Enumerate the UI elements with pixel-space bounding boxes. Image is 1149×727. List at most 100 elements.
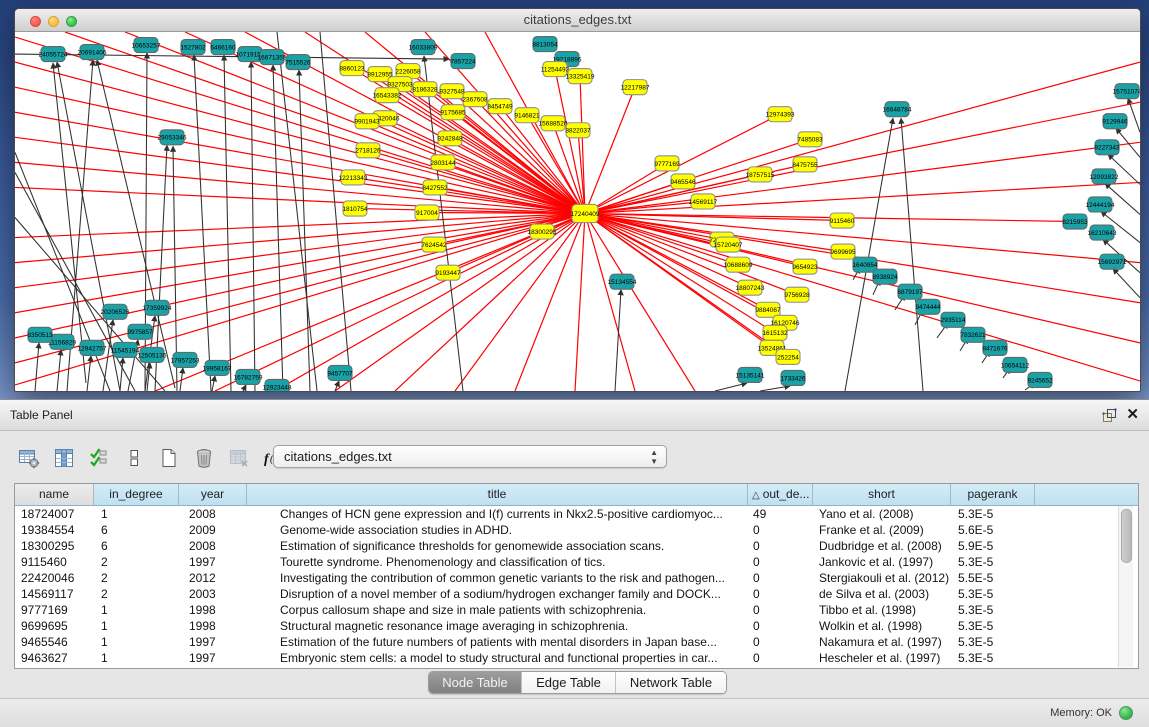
graph-node[interactable]: 16648784 <box>883 102 912 117</box>
create-column-button[interactable] <box>156 445 182 471</box>
cell-out-de-[interactable]: 0 <box>748 650 813 666</box>
graph-node-selected[interactable]: 9175685 <box>440 105 466 120</box>
graph-edge[interactable] <box>87 356 91 391</box>
select-rows-button[interactable] <box>86 445 112 471</box>
graph-node[interactable]: 9227343 <box>1094 140 1120 155</box>
graph-node-selected[interactable]: 8454749 <box>487 99 513 114</box>
graph-edge[interactable] <box>585 87 635 213</box>
graph-node[interactable]: 10654112 <box>1001 357 1030 372</box>
table-row[interactable]: 1872400712008Changes of HCN gene express… <box>15 506 1138 522</box>
graph-node[interactable]: 9457707 <box>327 365 353 380</box>
cell-year[interactable]: 2003 <box>179 586 247 602</box>
graph-edge[interactable] <box>615 290 621 391</box>
cell-title[interactable]: Tourette syndrome. Phenomenology and cla… <box>247 554 748 570</box>
cell-pagerank[interactable]: 5.3E-5 <box>951 586 1035 602</box>
cell-out-de-[interactable]: 0 <box>748 522 813 538</box>
cell-year[interactable]: 1998 <box>179 618 247 634</box>
graph-edge[interactable] <box>120 358 123 391</box>
graph-node[interactable]: 19958167 <box>203 360 232 375</box>
cell-pagerank[interactable]: 5.3E-5 <box>951 506 1035 522</box>
graph-edge[interactable] <box>901 118 923 391</box>
graph-node[interactable]: 15135141 <box>736 367 765 382</box>
cell-name[interactable]: 18300295 <box>15 538 94 554</box>
table-row[interactable]: 969969511998Structural magnetic resonanc… <box>15 618 1138 634</box>
graph-edge[interactable] <box>277 32 317 391</box>
cell-short[interactable]: Dudbridge et al. (2008) <box>813 538 951 554</box>
graph-node[interactable]: 6879197 <box>897 284 923 299</box>
graph-node-selected[interactable]: 8186328 <box>412 82 438 97</box>
column-header-title[interactable]: title <box>247 484 748 505</box>
table-selector-dropdown[interactable]: citations_edges.txt ▲▼ <box>273 445 667 468</box>
graph-node[interactable]: 15134554 <box>608 274 637 289</box>
graph-node[interactable]: 7832621 <box>960 327 986 342</box>
graph-node[interactable]: 11545194 <box>111 342 140 357</box>
graph-node[interactable]: 20206526 <box>101 304 130 319</box>
cell-name[interactable]: 9465546 <box>15 634 94 650</box>
graph-edge[interactable] <box>15 137 585 213</box>
graph-node[interactable]: 12444194 <box>1086 197 1115 212</box>
graph-edge[interactable] <box>585 214 1140 343</box>
cell-out-de-[interactable]: 0 <box>748 586 813 602</box>
graph-node-selected[interactable]: 9465546 <box>670 174 696 189</box>
cell-in-degree[interactable]: 2 <box>94 586 179 602</box>
graph-node-selected[interactable]: 9193447 <box>435 265 461 280</box>
cell-title[interactable]: Disruption of a novel member of a sodium… <box>247 586 748 602</box>
cell-in-degree[interactable]: 6 <box>94 522 179 538</box>
graph-node[interactable]: 12923448 <box>263 379 292 391</box>
graph-node[interactable]: 1733426 <box>780 370 806 385</box>
graph-node[interactable]: 16033809 <box>409 40 438 55</box>
graph-edge[interactable] <box>57 350 61 391</box>
cell-short[interactable]: Stergiakouli et al. (2012) <box>813 570 951 586</box>
rows-button[interactable] <box>121 445 147 471</box>
cell-out-de-[interactable]: 0 <box>748 554 813 570</box>
cell-name[interactable]: 19384554 <box>15 522 94 538</box>
cell-pagerank[interactable]: 5.5E-5 <box>951 570 1035 586</box>
cell-title[interactable]: Changes of HCN gene expression and I(f) … <box>247 506 748 522</box>
graph-node[interactable]: 8350513 <box>27 327 53 342</box>
graph-node-selected[interactable]: 9115460 <box>830 213 855 228</box>
graph-edge[interactable] <box>212 376 215 391</box>
graph-node-selected[interactable]: 8427552 <box>422 180 448 195</box>
cell-out-de-[interactable]: 0 <box>748 618 813 634</box>
graph-edge[interactable] <box>145 53 147 391</box>
table-row[interactable]: 946554611997Estimation of the future num… <box>15 634 1138 650</box>
graph-node-selected[interactable]: 252254 <box>776 349 800 364</box>
graph-edge[interactable] <box>515 214 585 391</box>
cell-in-degree[interactable]: 1 <box>94 506 179 522</box>
graph-node-selected[interactable]: 9146821 <box>514 108 540 123</box>
graph-edge[interactable] <box>575 214 585 391</box>
graph-node[interactable]: 8215953 <box>1062 214 1088 229</box>
graph-node-selected[interactable]: 17240409 <box>571 204 600 222</box>
tab-node-table[interactable]: Node Table <box>429 672 522 693</box>
graph-node-selected[interactable]: 16543382 <box>373 88 402 103</box>
float-window-icon[interactable] <box>1102 408 1117 423</box>
graph-edge[interactable] <box>243 385 246 391</box>
cell-title[interactable]: Genome-wide association studies in ADHD. <box>247 522 748 538</box>
cell-name[interactable]: 9699695 <box>15 618 94 634</box>
graph-node[interactable]: 8813054 <box>532 37 558 52</box>
cell-short[interactable]: de Silva et al. (2003) <box>813 586 951 602</box>
graph-node-selected[interactable]: 8860123 <box>339 61 365 76</box>
graph-edge[interactable] <box>15 162 585 213</box>
cell-pagerank[interactable]: 5.3E-5 <box>951 650 1035 666</box>
table-row[interactable]: 1456911722003Disruption of a novel membe… <box>15 586 1138 602</box>
graph-edge[interactable] <box>1113 269 1140 298</box>
cell-pagerank[interactable]: 5.3E-5 <box>951 618 1035 634</box>
graph-node[interactable]: 9474444 <box>915 299 941 314</box>
cell-pagerank[interactable]: 5.3E-5 <box>951 554 1035 570</box>
graph-node-selected[interactable]: 2718126 <box>355 143 381 158</box>
graph-node-selected[interactable]: 8475755 <box>792 157 818 172</box>
graph-node-selected[interactable]: 8822037 <box>565 123 591 138</box>
graph-node-selected[interactable]: 9777169 <box>654 156 680 171</box>
cell-short[interactable]: Nakamura et al. (1997) <box>813 634 951 650</box>
cell-name[interactable]: 22420046 <box>15 570 94 586</box>
cell-in-degree[interactable]: 1 <box>94 618 179 634</box>
table-row[interactable]: 946362711997Embryonic stem cells: a mode… <box>15 650 1138 666</box>
cell-short[interactable]: Hescheler et al. (1997) <box>813 650 951 666</box>
graph-node[interactable]: 12505135 <box>138 347 167 362</box>
graph-node-selected[interactable]: 2803144 <box>430 155 456 170</box>
graph-edge[interactable] <box>443 162 585 213</box>
cell-name[interactable]: 9463627 <box>15 650 94 666</box>
graph-node-selected[interactable]: 15720407 <box>714 237 743 252</box>
graph-node-selected[interactable]: 12213343 <box>339 170 368 185</box>
